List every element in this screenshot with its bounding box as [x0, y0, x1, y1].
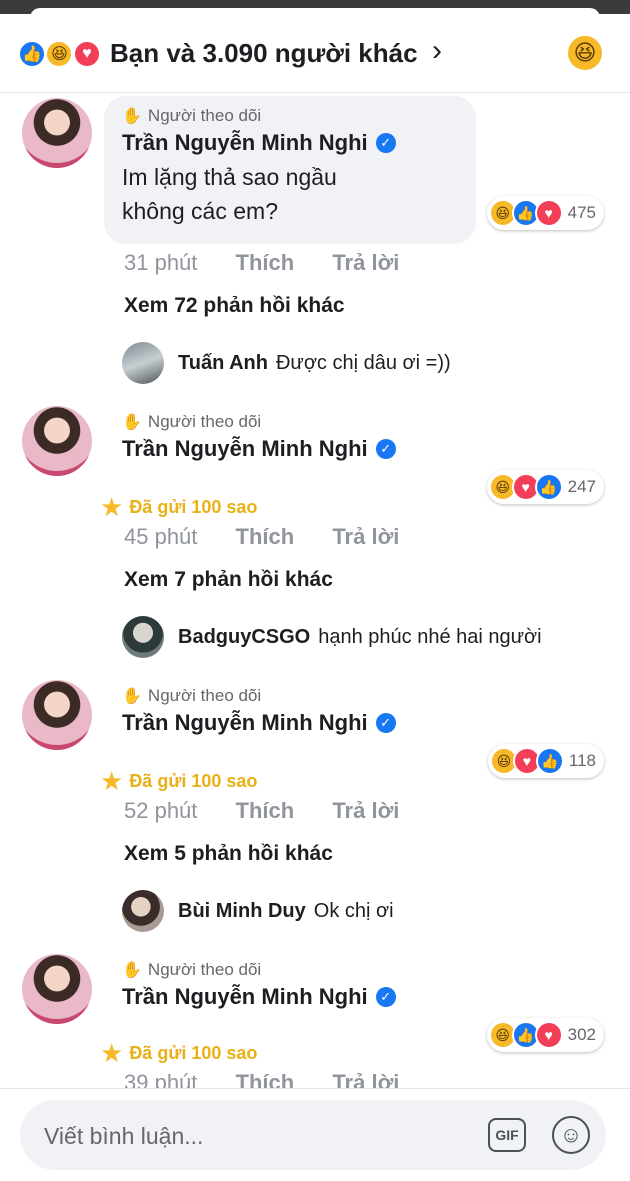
- follower-label: ✋ Người theo dõi: [122, 960, 262, 979]
- comment-input[interactable]: [42, 1114, 466, 1158]
- haha-icon[interactable]: 😆: [566, 34, 604, 72]
- reaction-count[interactable]: 😆 👍 ♥ 475: [486, 196, 604, 230]
- view-more-replies[interactable]: Xem 72 phản hồi khác: [124, 294, 345, 318]
- comment-actions: 52 phút Thích Trả lời: [124, 798, 431, 824]
- status-bar: [0, 0, 630, 18]
- avatar[interactable]: [22, 954, 92, 1024]
- chevron-right-icon[interactable]: ›: [432, 34, 442, 68]
- avatar[interactable]: [122, 342, 164, 384]
- comment-time: 45 phút: [124, 524, 198, 549]
- star-icon: ★: [100, 1038, 124, 1068]
- comment-time: 39 phút: [124, 1070, 198, 1088]
- reply-preview[interactable]: BadguyCSGO hạnh phúc nhé hai người: [122, 616, 542, 658]
- reply-button[interactable]: Trả lời: [332, 798, 399, 823]
- reply-button[interactable]: Trả lời: [332, 524, 399, 549]
- commenter-name[interactable]: Trần Nguyễn Minh Nghi ✓: [122, 710, 396, 736]
- avatar[interactable]: [22, 680, 92, 750]
- view-more-replies[interactable]: Xem 5 phản hồi khác: [124, 842, 333, 866]
- verified-badge-icon: ✓: [375, 987, 396, 1007]
- wave-icon: ✋: [122, 962, 142, 979]
- wave-icon: ✋: [122, 108, 142, 125]
- wave-icon: ✋: [122, 688, 142, 705]
- follower-label: ✋ Người theo dõi: [122, 686, 262, 705]
- star-icon: ★: [100, 766, 124, 796]
- reaction-count[interactable]: 😆 👍 ♥ 302: [486, 1018, 604, 1052]
- comment-time: 31 phút: [124, 250, 198, 275]
- stars-badge: ★ Đã gửi 100 sao: [100, 492, 258, 522]
- comment-bubble[interactable]: ✋ Người theo dõi Trần Nguyễn Minh Nghi ✓…: [104, 96, 476, 244]
- avatar[interactable]: [122, 616, 164, 658]
- reaction-count[interactable]: 😆 ♥ 👍 118: [487, 744, 604, 778]
- verified-badge-icon: ✓: [375, 133, 396, 153]
- comment-header: ✋ Người theo dõi Trần Nguyễn Minh Nghi ✓: [104, 950, 416, 1010]
- composer-divider: [0, 1088, 630, 1089]
- comment-actions: 45 phút Thích Trả lời: [124, 524, 431, 550]
- commenter-name[interactable]: Trần Nguyễn Minh Nghi ✓: [122, 436, 396, 462]
- reply-text: Được chị dâu ơi =)): [275, 351, 451, 374]
- reply-preview[interactable]: Tuấn Anh Được chị dâu ơi =)): [122, 342, 451, 384]
- wave-icon: ✋: [122, 414, 142, 431]
- reply-author[interactable]: BadguyCSGO: [178, 626, 310, 649]
- reply-preview[interactable]: Bùi Minh Duy Ok chị ơi: [122, 890, 394, 932]
- reply-button[interactable]: Trả lời: [332, 1070, 399, 1088]
- love-icon: ♥: [534, 1021, 563, 1049]
- reaction-icons: 👍 😆 ♥: [18, 40, 101, 70]
- comment-actions: 31 phút Thích Trả lời: [124, 250, 431, 276]
- comment-header: ✋ Người theo dõi Trần Nguyễn Minh Nghi ✓: [104, 402, 416, 462]
- reaction-count[interactable]: 😆 ♥ 👍 247: [486, 470, 604, 504]
- avatar[interactable]: [22, 406, 92, 476]
- comment-actions: 39 phút Thích Trả lời: [124, 1070, 431, 1088]
- stars-badge: ★ Đã gửi 100 sao: [100, 766, 258, 796]
- like-icon: 👍: [18, 40, 46, 68]
- reply-author[interactable]: Bùi Minh Duy: [178, 900, 306, 923]
- love-icon: ♥: [534, 199, 563, 227]
- comment-time: 52 phút: [124, 798, 198, 823]
- like-button[interactable]: Thích: [236, 250, 295, 275]
- like-icon: 👍: [535, 747, 564, 775]
- love-icon: ♥: [72, 40, 101, 68]
- reactions-header[interactable]: 👍 😆 ♥ Bạn và 3.090 người khác › 😆: [0, 16, 630, 93]
- commenter-name[interactable]: Trần Nguyễn Minh Nghi ✓: [122, 130, 456, 156]
- smiley-icon[interactable]: ☺: [552, 1116, 590, 1154]
- stars-badge: ★ Đã gửi 100 sao: [100, 1038, 258, 1068]
- verified-badge-icon: ✓: [375, 713, 396, 733]
- comment-composer[interactable]: GIF ☺: [20, 1100, 606, 1170]
- like-icon: 👍: [534, 473, 563, 501]
- reaction-summary[interactable]: Bạn và 3.090 người khác: [110, 38, 418, 69]
- like-button[interactable]: Thích: [236, 798, 295, 823]
- follower-label: ✋ Người theo dõi: [122, 106, 262, 125]
- like-button[interactable]: Thích: [236, 1070, 295, 1088]
- gif-button[interactable]: GIF: [488, 1118, 526, 1152]
- view-more-replies[interactable]: Xem 7 phản hồi khác: [124, 568, 333, 592]
- comment-text: Im lặng thả sao ngầu không các em?: [122, 164, 337, 224]
- reply-button[interactable]: Trả lời: [332, 250, 399, 275]
- like-button[interactable]: Thích: [236, 524, 295, 549]
- follower-label: ✋ Người theo dõi: [122, 412, 262, 431]
- avatar[interactable]: [122, 890, 164, 932]
- haha-icon: 😆: [45, 40, 74, 68]
- commenter-name[interactable]: Trần Nguyễn Minh Nghi ✓: [122, 984, 396, 1010]
- reply-text: Ok chị ơi: [313, 899, 394, 922]
- reply-text: hạnh phúc nhé hai người: [318, 625, 542, 648]
- avatar[interactable]: [22, 98, 92, 168]
- star-icon: ★: [100, 492, 124, 522]
- reply-author[interactable]: Tuấn Anh: [178, 352, 268, 375]
- verified-badge-icon: ✓: [375, 439, 396, 459]
- comment-header: ✋ Người theo dõi Trần Nguyễn Minh Nghi ✓: [104, 676, 416, 736]
